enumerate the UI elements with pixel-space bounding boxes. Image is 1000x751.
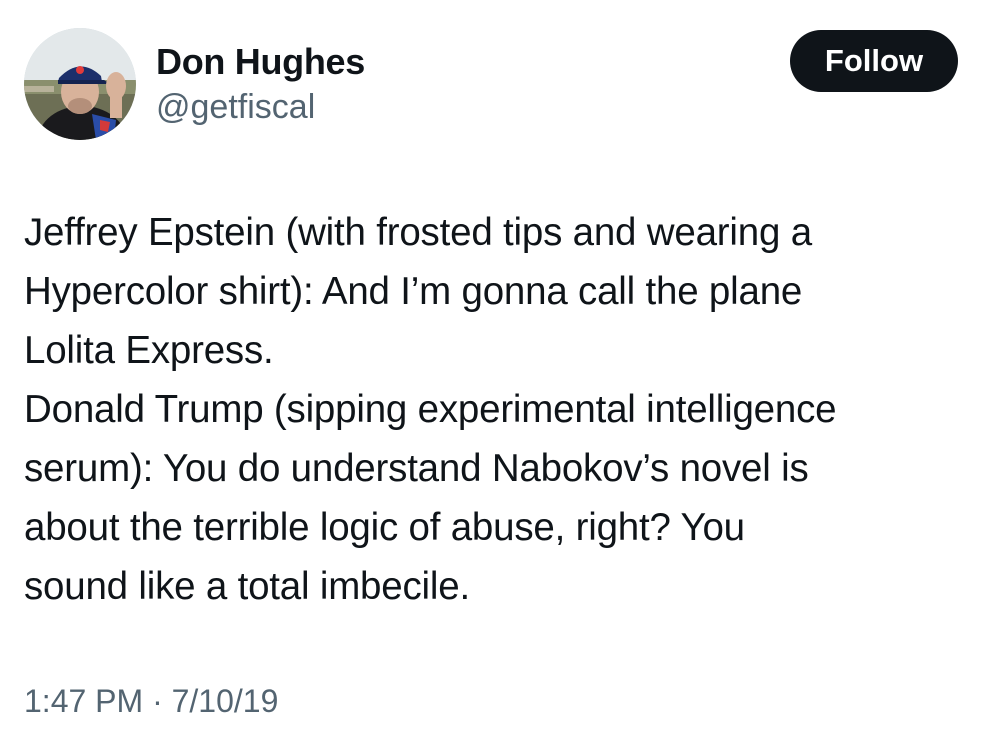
profile-photo-icon (24, 28, 136, 140)
tweet-text-line: sound like a total imbecile. (24, 565, 470, 608)
tweet-date: 7/10/19 (171, 683, 279, 719)
tweet-text-line: serum): You do understand Nabokov’s nove… (24, 447, 809, 490)
tweet-text-line: Jeffrey Epstein (with frosted tips and w… (24, 211, 812, 254)
tweet-text: Jeffrey Epstein (with frosted tips and w… (24, 203, 984, 616)
tweet-card: Don Hughes @getfiscal Follow Jeffrey Eps… (0, 0, 1000, 751)
tweet-timestamp[interactable]: 1:47 PM · 7/10/19 (24, 679, 278, 723)
follow-button[interactable]: Follow (790, 30, 958, 92)
tweet-time: 1:47 PM (24, 683, 144, 719)
tweet-text-line: about the terrible logic of abuse, right… (24, 506, 745, 549)
author-display-name[interactable]: Don Hughes (156, 40, 365, 84)
meta-separator: · (152, 683, 163, 719)
tweet-text-line: Lolita Express. (24, 329, 274, 372)
author-handle[interactable]: @getfiscal (156, 86, 315, 128)
tweet-text-line: Hypercolor shirt): And I’m gonna call th… (24, 270, 803, 313)
tweet-text-line: Donald Trump (sipping experimental intel… (24, 388, 837, 431)
author-avatar[interactable] (24, 28, 136, 140)
